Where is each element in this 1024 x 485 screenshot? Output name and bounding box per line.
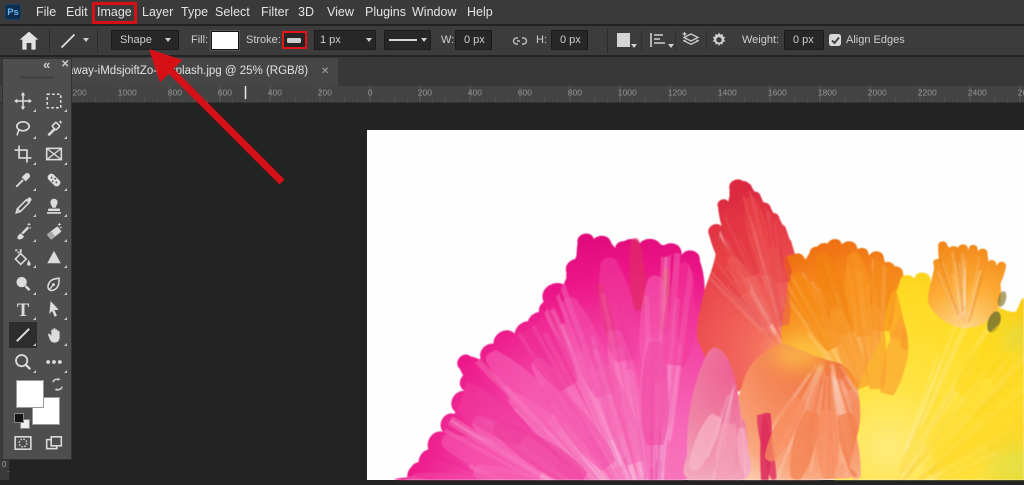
svg-text:400: 400 [268, 88, 282, 98]
svg-text:1400: 1400 [718, 88, 737, 98]
svg-text:T: T [17, 300, 30, 318]
svg-text:1800: 1800 [818, 88, 837, 98]
svg-text:2600: 2600 [1018, 88, 1024, 98]
svg-text:200: 200 [418, 88, 432, 98]
svg-text:2200: 2200 [918, 88, 937, 98]
svg-text:400: 400 [468, 88, 482, 98]
svg-text:0: 0 [2, 460, 7, 469]
svg-text:600: 600 [218, 88, 232, 98]
svg-text:1200: 1200 [668, 88, 687, 98]
svg-text:2400: 2400 [968, 88, 987, 98]
svg-text:200: 200 [318, 88, 332, 98]
svg-text:0: 0 [368, 88, 373, 98]
svg-text:800: 800 [168, 88, 182, 98]
svg-text:800: 800 [568, 88, 582, 98]
svg-text:1600: 1600 [768, 88, 787, 98]
svg-text:1000: 1000 [618, 88, 637, 98]
svg-text:600: 600 [518, 88, 532, 98]
svg-text:1000: 1000 [118, 88, 137, 98]
svg-text:2000: 2000 [868, 88, 887, 98]
